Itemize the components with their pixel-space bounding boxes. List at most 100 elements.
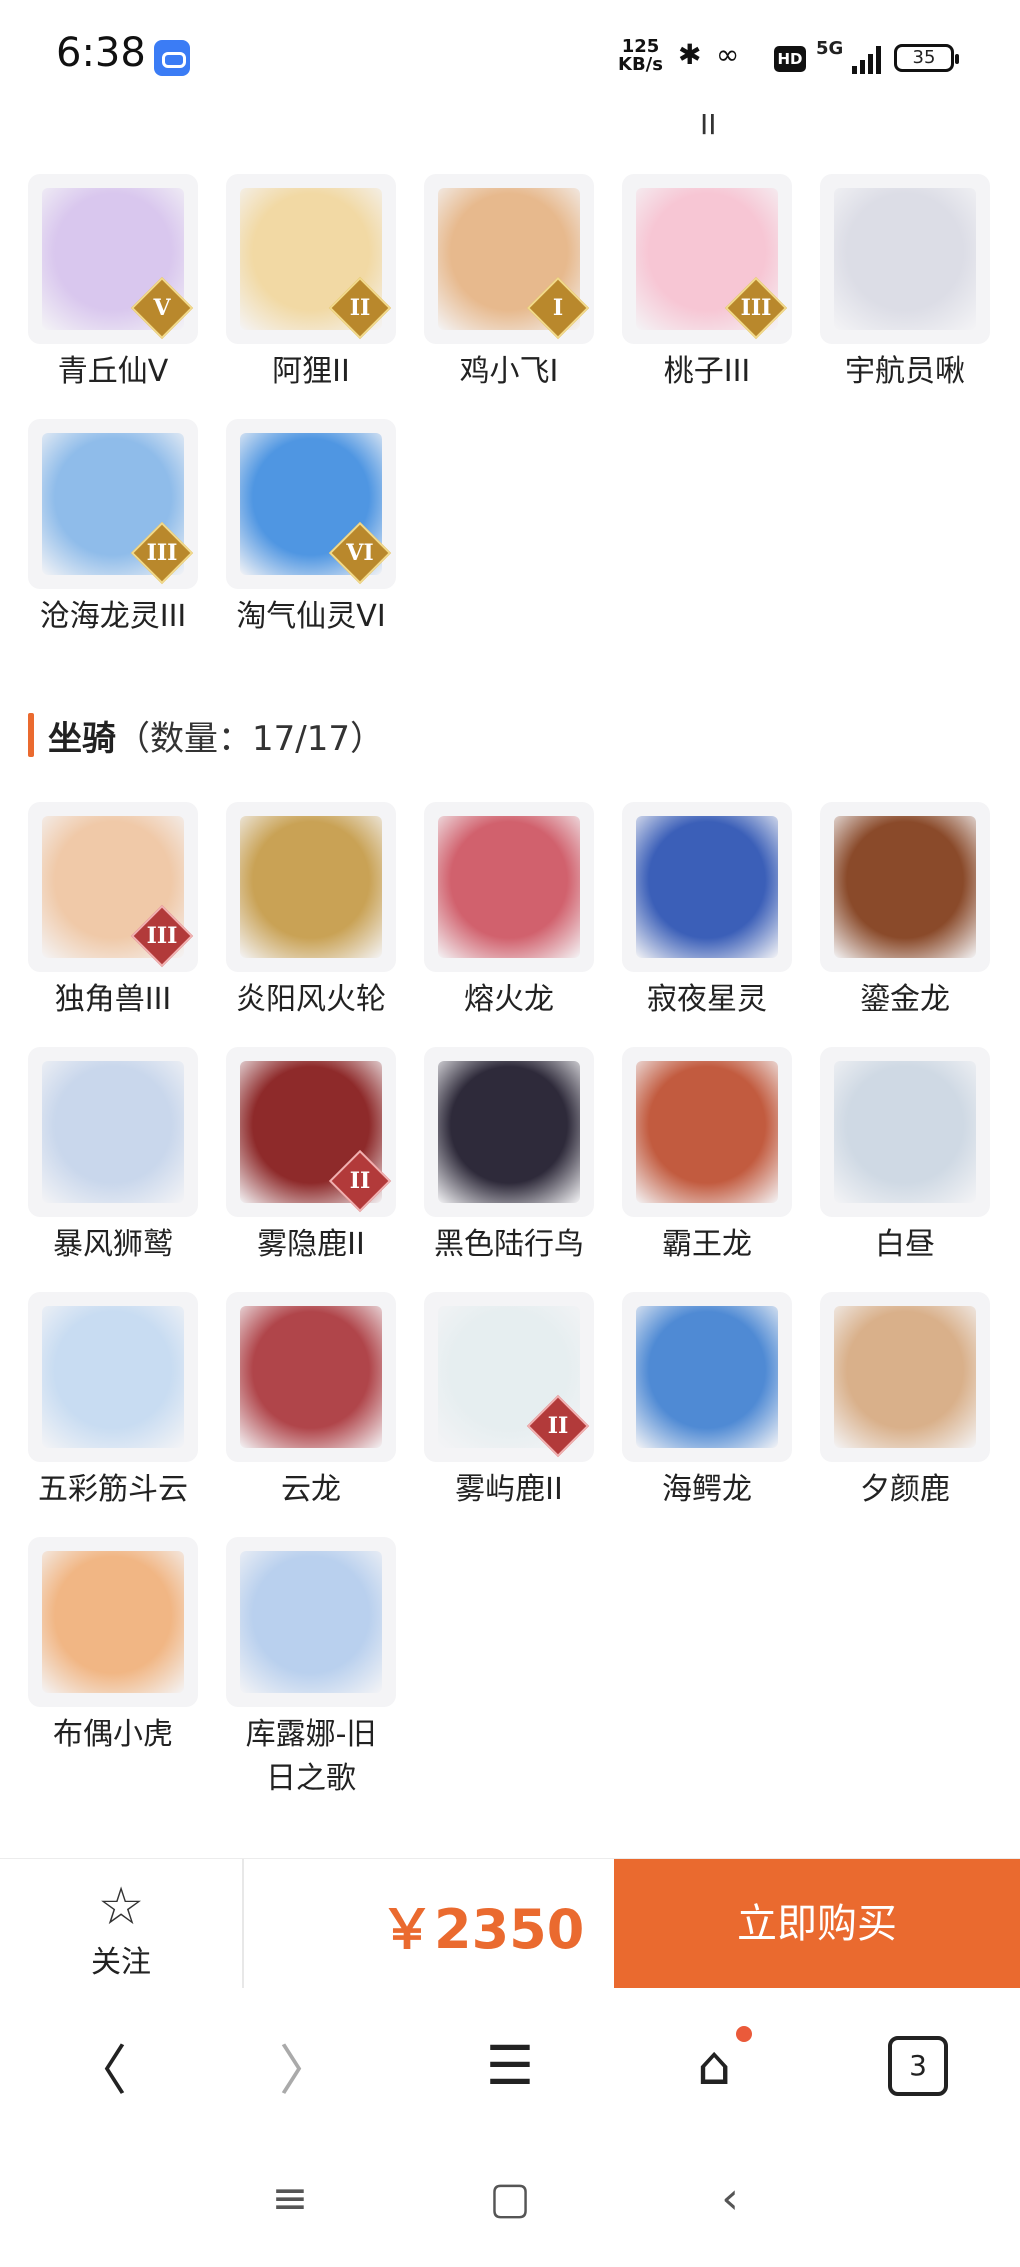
pet-name: 淘气仙灵VI	[236, 599, 386, 634]
bluetooth-icon: ✱	[678, 38, 702, 71]
mount-item[interactable]: II 雾隐鹿II	[226, 1047, 396, 1267]
mount-thumbnail	[424, 802, 594, 972]
pet-thumbnail: III	[622, 174, 792, 344]
mount-thumbnail	[424, 1047, 594, 1217]
mount-image	[42, 1061, 184, 1203]
rank-numeral: VI	[346, 540, 374, 566]
rank-numeral: III	[146, 540, 178, 566]
mount-item[interactable]: 鎏金龙	[820, 802, 990, 1022]
price: ￥2350	[380, 1898, 585, 1961]
mount-name: 黑色陆行鸟	[434, 1227, 584, 1262]
mount-name: 炎阳风火轮	[236, 982, 386, 1017]
home-button[interactable]: ⌂	[644, 1988, 784, 2143]
net-speed: 125 KB/s	[618, 38, 663, 74]
pet-item[interactable]: III 沧海龙灵III	[28, 419, 198, 639]
mount-name: 云龙	[281, 1472, 341, 1507]
mount-thumbnail: II	[424, 1292, 594, 1462]
home-icon: ⌂	[696, 2034, 732, 2097]
mount-item[interactable]: 寂夜星灵	[622, 802, 792, 1022]
mount-name: 熔火龙	[464, 982, 554, 1017]
mount-thumbnail	[820, 1047, 990, 1217]
pet-item[interactable]: II 阿狸II	[226, 174, 396, 394]
mount-image	[636, 1306, 778, 1448]
follow-label: 关注	[91, 1945, 151, 1980]
mount-item[interactable]: 熔火龙	[424, 802, 594, 1022]
mount-name: 白昼	[875, 1227, 935, 1262]
mount-name: 雾屿鹿II	[455, 1472, 563, 1507]
pet-item[interactable]: V 青丘仙V	[28, 174, 198, 394]
rank-numeral: V	[153, 295, 171, 321]
purchase-bar: ☆ 关注 ￥2350 立即购买	[0, 1858, 1020, 1989]
pet-item[interactable]: III 桃子III	[622, 174, 792, 394]
rank-numeral: I	[552, 295, 564, 321]
buy-now-button[interactable]: 立即购买	[614, 1859, 1020, 1989]
mount-image	[834, 1061, 976, 1203]
mount-image	[438, 1061, 580, 1203]
star-outline-icon: ☆	[97, 1877, 145, 1937]
system-home-button[interactable]: ▢	[470, 2173, 550, 2224]
system-back-button[interactable]: ‹	[690, 2173, 770, 2224]
mount-item[interactable]: 海鳄龙	[622, 1292, 792, 1512]
mounts-grid: III 独角兽III 炎阳风火轮 熔火龙 寂夜星灵 鎏金龙 暴风狮鹫 II 雾隐鹿II 黑色陆行鸟…	[28, 802, 994, 1812]
mount-name: 雾隐鹿II	[257, 1227, 365, 1262]
tab-count: 3	[888, 2035, 948, 2096]
mount-image	[834, 816, 976, 958]
link-icon: ∞	[716, 38, 740, 71]
pet-thumbnail: II	[226, 174, 396, 344]
mount-item[interactable]: 五彩筋斗云	[28, 1292, 198, 1512]
status-bar: 6:38 125 KB/s ✱ ∞ HD 5G 35	[0, 0, 1020, 118]
browser-nav-bar: 〈 〉 ☰ ⌂ 3	[0, 1988, 1020, 2143]
link-app-icon	[154, 40, 190, 76]
mount-image	[636, 816, 778, 958]
battery-icon: 35	[894, 44, 959, 72]
mount-item[interactable]: II 雾屿鹿II	[424, 1292, 594, 1512]
mount-name: 布偶小虎	[53, 1717, 173, 1752]
net-speed-unit: KB/s	[618, 54, 663, 75]
notification-dot	[736, 2026, 752, 2042]
pets-grid: V 青丘仙V II 阿狸II I 鸡小飞I III 桃子III 宇航员啾 III 沧海龙灵III VI…	[28, 174, 994, 644]
mount-item[interactable]: 炎阳风火轮	[226, 802, 396, 1022]
pet-item[interactable]: I 鸡小飞I	[424, 174, 594, 394]
tabs-button[interactable]: 3	[848, 1988, 988, 2143]
mount-item[interactable]: 云龙	[226, 1292, 396, 1512]
mount-item[interactable]: 暴风狮鹫	[28, 1047, 198, 1267]
rank-numeral: II	[547, 1413, 569, 1439]
pet-item[interactable]: VI 淘气仙灵VI	[226, 419, 396, 639]
pet-name: 青丘仙V	[57, 354, 169, 389]
mount-thumbnail	[820, 1292, 990, 1462]
mount-thumbnail	[226, 1292, 396, 1462]
mount-image	[240, 816, 382, 958]
mount-name: 寂夜星灵	[647, 982, 767, 1017]
mount-item[interactable]: 白昼	[820, 1047, 990, 1267]
chevron-left-icon: 〈	[73, 2039, 127, 2102]
mount-item[interactable]: 霸王龙	[622, 1047, 792, 1267]
pet-name: 沧海龙灵III	[39, 599, 187, 634]
mount-thumbnail	[622, 1047, 792, 1217]
mount-image	[636, 1061, 778, 1203]
pet-thumbnail: V	[28, 174, 198, 344]
pet-name: 阿狸II	[272, 354, 350, 389]
pet-name: 鸡小飞I	[459, 354, 559, 389]
system-nav-bar: ≡ ▢ ‹	[0, 2143, 1020, 2267]
pet-item[interactable]: 宇航员啾	[820, 174, 990, 394]
mount-image	[42, 1306, 184, 1448]
mount-item[interactable]: 夕颜鹿	[820, 1292, 990, 1512]
rank-numeral: II	[349, 295, 371, 321]
menu-button[interactable]: ☰	[440, 1988, 580, 2143]
cropped-label: II	[700, 108, 717, 141]
mount-name: 霸王龙	[662, 1227, 752, 1262]
mount-item[interactable]: 库露娜-旧 日之歌	[226, 1537, 396, 1801]
network-type: 5G	[816, 38, 844, 59]
system-menu-button[interactable]: ≡	[250, 2173, 330, 2224]
back-button[interactable]: 〈	[30, 1988, 170, 2143]
mount-image	[42, 1551, 184, 1693]
mount-item[interactable]: 黑色陆行鸟	[424, 1047, 594, 1267]
pet-name: 桃子III	[663, 354, 751, 389]
follow-button[interactable]: ☆ 关注	[0, 1859, 244, 1989]
mount-image	[834, 1306, 976, 1448]
mount-item[interactable]: 布偶小虎	[28, 1537, 198, 1757]
mount-item[interactable]: III 独角兽III	[28, 802, 198, 1022]
forward-button[interactable]: 〉	[236, 1988, 376, 2143]
hamburger-menu-icon: ☰	[485, 2034, 535, 2097]
rank-numeral: III	[740, 295, 772, 321]
